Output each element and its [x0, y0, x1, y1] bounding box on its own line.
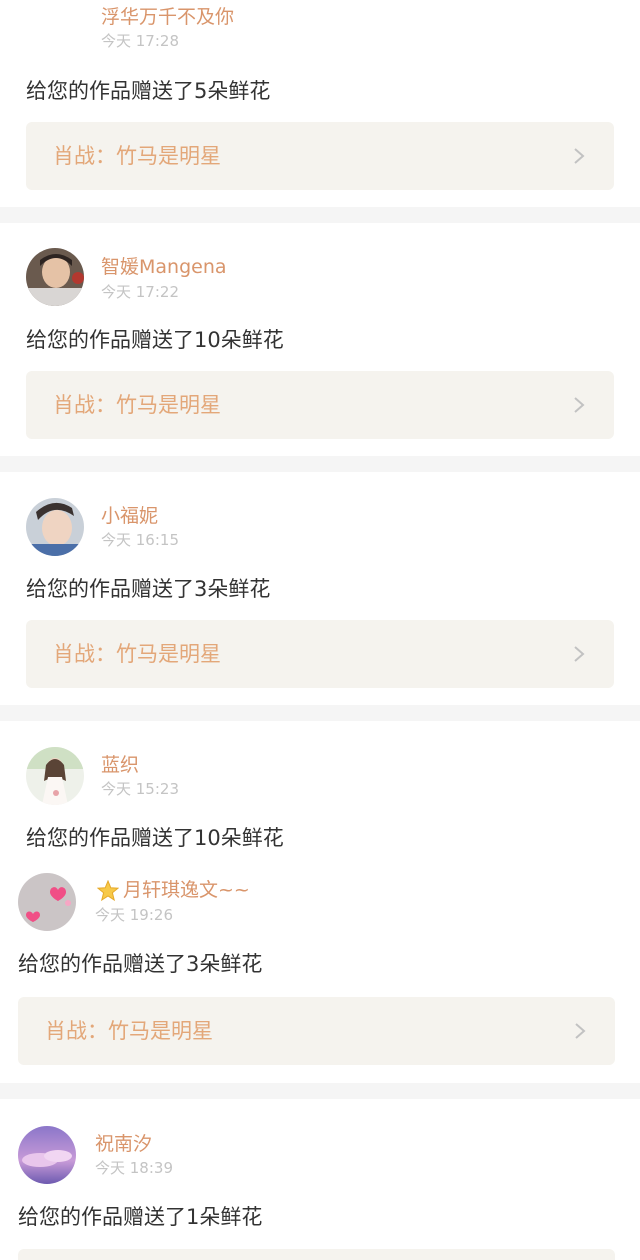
- gift-message: 给您的作品赠送了3朵鲜花: [26, 577, 271, 601]
- sent-time: 今天 17:28: [101, 32, 179, 50]
- avatar-photo: [18, 1126, 76, 1184]
- work-title: 肖战：竹马是明星: [53, 393, 221, 417]
- sent-time: 今天 18:39: [95, 1159, 173, 1177]
- chevron-right-icon: [574, 397, 585, 413]
- gift-message: 给您的作品赠送了3朵鲜花: [18, 952, 263, 976]
- avatar[interactable]: [26, 248, 84, 306]
- avatar[interactable]: [18, 1126, 76, 1184]
- sender-name[interactable]: 蓝织: [101, 753, 139, 777]
- work-title: 肖战：竹马是明星: [45, 1019, 213, 1043]
- sender-name[interactable]: 祝南汐: [95, 1132, 152, 1156]
- avatar-photo: [18, 873, 76, 931]
- avatar-photo: [26, 498, 84, 556]
- section-divider: [0, 1083, 640, 1099]
- work-link-card[interactable]: 肖战：竹马是明星: [26, 620, 614, 688]
- work-link-card[interactable]: [18, 1249, 615, 1260]
- sent-time: 今天 16:15: [101, 531, 179, 549]
- gift-message: 给您的作品赠送了5朵鲜花: [26, 79, 271, 103]
- work-link-card[interactable]: 肖战：竹马是明星: [18, 997, 615, 1065]
- section-divider: [0, 456, 640, 472]
- sent-time: 今天 19:26: [95, 906, 173, 924]
- avatar-photo: [26, 248, 84, 306]
- work-title: 肖战：竹马是明星: [53, 642, 221, 666]
- section-divider: [0, 705, 640, 721]
- avatar[interactable]: [26, 498, 84, 556]
- sender-name[interactable]: 浮华万千不及你: [101, 5, 234, 29]
- work-link-card[interactable]: 肖战：竹马是明星: [26, 122, 614, 190]
- chevron-right-icon: [575, 1023, 586, 1039]
- section-divider: [0, 207, 640, 223]
- avatar-photo: [26, 747, 84, 805]
- sent-time: 今天 17:22: [101, 283, 179, 301]
- sender-name[interactable]: 小福妮: [101, 504, 158, 528]
- avatar[interactable]: [18, 873, 76, 931]
- sender-name[interactable]: 月轩琪逸文~~: [123, 878, 250, 902]
- gift-message: 给您的作品赠送了1朵鲜花: [18, 1205, 263, 1229]
- gift-message: 给您的作品赠送了10朵鲜花: [26, 328, 284, 352]
- star-badge-icon: [97, 880, 119, 902]
- chevron-right-icon: [574, 148, 585, 164]
- sent-time: 今天 15:23: [101, 780, 179, 798]
- work-title: 肖战：竹马是明星: [53, 144, 221, 168]
- sender-name[interactable]: 智媛Mangena: [101, 255, 227, 279]
- avatar[interactable]: [26, 747, 84, 805]
- gift-message: 给您的作品赠送了10朵鲜花: [26, 826, 284, 850]
- work-link-card[interactable]: 肖战：竹马是明星: [26, 371, 614, 439]
- chevron-right-icon: [574, 646, 585, 662]
